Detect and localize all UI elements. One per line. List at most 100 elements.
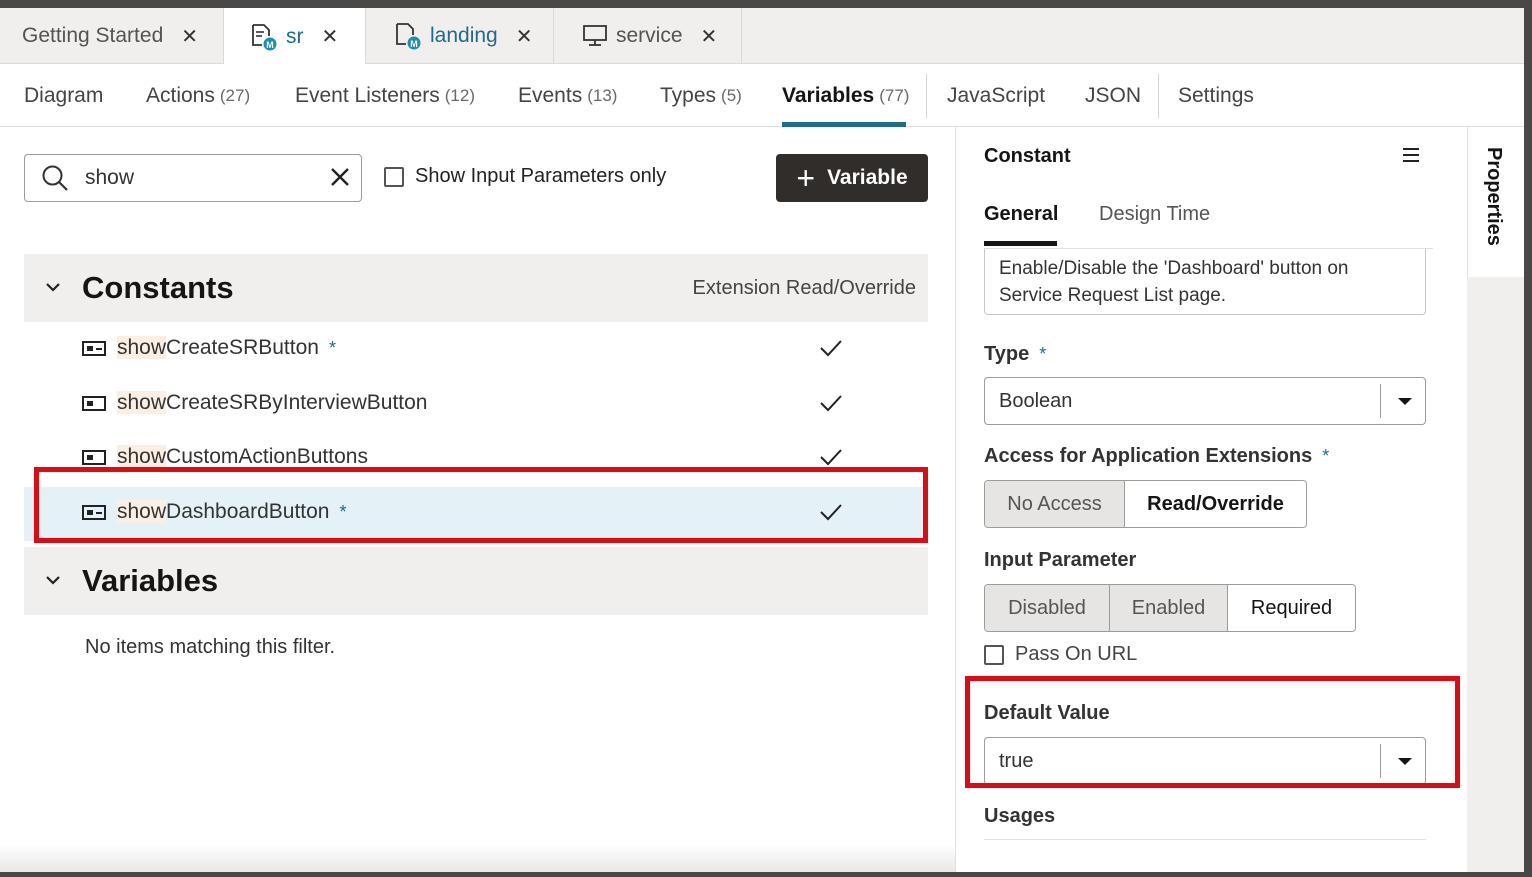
add-variable-button[interactable]: + Variable — [776, 154, 928, 202]
clear-icon[interactable] — [329, 166, 351, 188]
editor-tab-service[interactable]: service ✕ — [554, 8, 742, 64]
tab-label: Diagram — [24, 83, 104, 107]
column-header: Extension Read/Override — [692, 276, 916, 299]
access-toggle[interactable]: No Access Read/Override — [984, 480, 1307, 528]
group-title: Constants — [82, 270, 234, 305]
required-marker: * — [328, 338, 336, 358]
constant-icon — [82, 341, 106, 356]
properties-side-tab[interactable]: Properties — [1467, 127, 1524, 277]
tab-label: JSON — [1085, 83, 1142, 107]
svg-text:M: M — [410, 39, 418, 49]
enabled-option[interactable]: Enabled — [1110, 585, 1228, 631]
search-field[interactable] — [24, 154, 362, 202]
divider — [1380, 384, 1381, 418]
tab-diagram[interactable]: Diagram — [24, 64, 103, 127]
no-access-option[interactable]: No Access — [985, 481, 1125, 527]
close-icon[interactable]: ✕ — [516, 24, 533, 49]
tab-label: Variables — [782, 83, 875, 107]
check-icon — [820, 449, 842, 466]
editor-tab-label: Getting Started — [22, 24, 164, 47]
tab-event-listeners[interactable]: Event Listeners (12) — [295, 64, 475, 127]
tab-count: (5) — [721, 85, 742, 105]
page-flow-icon: M — [396, 23, 421, 50]
chevron-down-icon[interactable] — [44, 573, 62, 587]
variable-name: showCreateSRByInterviewButton — [117, 391, 428, 415]
match-highlight: show — [117, 336, 167, 359]
tab-general[interactable]: General — [984, 203, 1058, 226]
tab-json[interactable]: JSON — [1085, 64, 1141, 127]
editor-subnav: Diagram Actions (27) Event Listeners (12… — [0, 64, 1524, 127]
editor-tab-landing[interactable]: M landing ✕ — [366, 8, 554, 64]
tab-label: Settings — [1178, 83, 1254, 107]
constants-group-header[interactable]: Constants Extension Read/Override — [24, 254, 928, 322]
editor-tab-label: sr — [286, 24, 304, 48]
active-tab-indicator — [782, 122, 906, 127]
svg-text:M: M — [266, 40, 274, 50]
close-icon[interactable]: ✕ — [322, 24, 339, 49]
bottom-edge — [0, 844, 955, 872]
tab-count: (13) — [587, 85, 618, 105]
search-icon — [42, 165, 68, 191]
plus-icon: + — [796, 160, 816, 196]
divider — [984, 839, 1426, 840]
hamburger-menu-icon[interactable] — [1402, 147, 1420, 163]
input-parameter-label: Input Parameter — [984, 549, 1137, 571]
description-field[interactable]: Enable/Disable the 'Dashboard' button on… — [984, 249, 1426, 315]
close-icon[interactable]: ✕ — [181, 24, 198, 49]
tab-javascript[interactable]: JavaScript — [947, 64, 1045, 127]
empty-message: No items matching this filter. — [85, 636, 336, 658]
search-input[interactable] — [85, 163, 315, 193]
tab-label: Events — [518, 83, 583, 107]
group-title: Variables — [82, 563, 219, 598]
type-select[interactable]: Boolean — [984, 377, 1426, 425]
check-icon — [820, 340, 842, 357]
input-params-filter[interactable]: Show Input Parameters only — [384, 165, 666, 188]
checkbox-label: Show Input Parameters only — [415, 165, 667, 187]
usages-label: Usages — [984, 805, 1056, 827]
variables-group-header[interactable]: Variables — [24, 547, 928, 615]
tab-count: (27) — [219, 85, 251, 105]
match-highlight: show — [117, 391, 167, 414]
read-override-option[interactable]: Read/Override — [1125, 481, 1306, 527]
tab-count: (77) — [879, 85, 910, 105]
disabled-option[interactable]: Disabled — [985, 585, 1110, 631]
tab-label: Actions — [146, 83, 215, 107]
name-rest: CreateSRButton — [166, 336, 319, 359]
tab-actions[interactable]: Actions (27) — [146, 64, 250, 127]
app-window: Getting Started ✕ M sr ✕ M landing ✕ ser… — [0, 8, 1524, 872]
required-marker: * — [1039, 344, 1047, 364]
show-input-params-checkbox[interactable] — [384, 166, 404, 187]
tab-settings[interactable]: Settings — [1178, 64, 1254, 127]
list-item[interactable]: showCreateSRButton * — [24, 323, 928, 377]
tab-events[interactable]: Events (13) — [518, 64, 617, 127]
list-item[interactable]: showCreateSRByInterviewButton — [24, 378, 928, 432]
highlight-box — [965, 676, 1460, 788]
required-option[interactable]: Required — [1228, 585, 1355, 631]
pass-on-url-checkbox[interactable] — [984, 644, 1004, 665]
variable-name: showCustomActionButtons — [117, 445, 368, 469]
label-text: Type — [984, 343, 1030, 365]
page-flow-icon: M — [252, 23, 277, 50]
editor-tab-getting-started[interactable]: Getting Started ✕ — [0, 8, 224, 64]
name-rest: CreateSRByInterviewButton — [166, 391, 428, 414]
caret-down-icon[interactable] — [1398, 398, 1412, 405]
editor-tab-label: service — [616, 24, 683, 47]
divider — [926, 74, 927, 118]
tab-design-time[interactable]: Design Time — [1099, 203, 1210, 226]
pass-on-url-row[interactable]: Pass On URL — [984, 643, 1137, 666]
tab-label: Types — [660, 83, 717, 107]
side-tab-label: Properties — [1483, 147, 1505, 246]
editor-tab-sr[interactable]: M sr ✕ — [224, 8, 366, 65]
constant-icon — [82, 450, 106, 465]
close-icon[interactable]: ✕ — [701, 24, 718, 49]
input-parameter-toggle[interactable]: Disabled Enabled Required — [984, 584, 1356, 632]
chevron-down-icon[interactable] — [44, 280, 62, 294]
label-text: Access for Application Extensions — [984, 445, 1313, 467]
tab-types[interactable]: Types (5) — [660, 64, 742, 127]
check-icon — [820, 395, 842, 412]
tab-variables[interactable]: Variables (77) — [782, 64, 909, 127]
type-label: Type * — [984, 343, 1046, 366]
constant-icon — [82, 396, 106, 411]
match-highlight: show — [117, 445, 167, 468]
tab-label: JavaScript — [947, 83, 1046, 107]
